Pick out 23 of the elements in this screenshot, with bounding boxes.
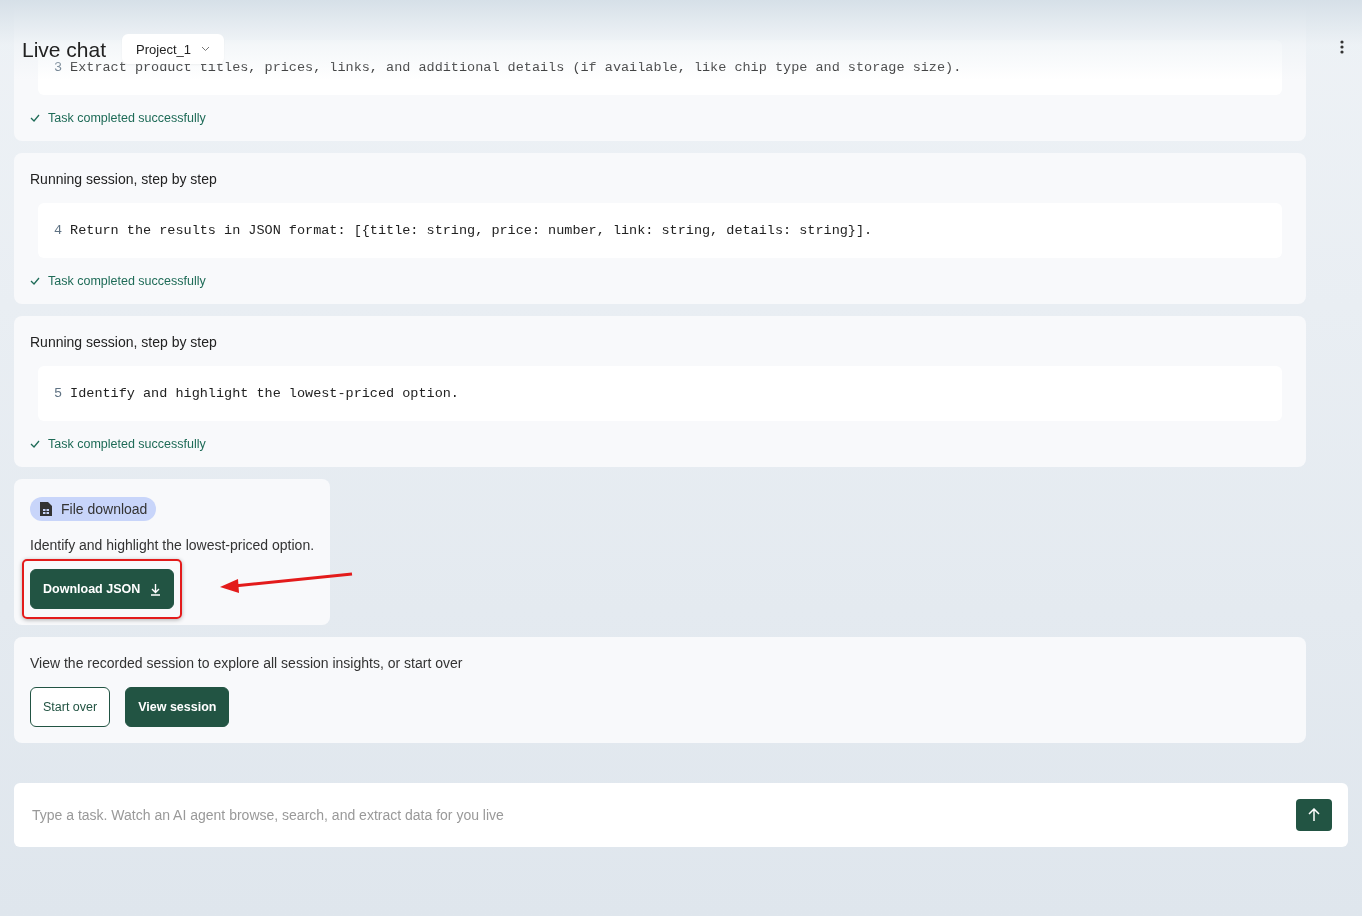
download-json-button[interactable]: Download JSON xyxy=(30,569,175,609)
badge-label: File download xyxy=(61,501,148,517)
card-title: Running session, step by step xyxy=(30,171,218,187)
check-icon xyxy=(30,114,40,122)
download-description: Identify and highlight the lowest-priced option. xyxy=(30,537,315,553)
more-options-icon[interactable] xyxy=(1340,40,1344,54)
card-title: Running session, step by step xyxy=(30,334,218,350)
session-button[interactable]: View session xyxy=(125,687,230,727)
session-button[interactable]: Start over xyxy=(30,687,111,727)
status-text: Task completed successfully xyxy=(48,111,206,125)
arrow-up-icon xyxy=(1308,808,1320,822)
task-input-field[interactable]: Type a task. Watch an AI agent browse, search, and extract data for you live xyxy=(14,783,1348,847)
check-icon xyxy=(30,440,40,448)
status-text: Task completed successfully xyxy=(48,437,206,451)
page-title: Live chat xyxy=(22,38,107,62)
session-text: View the recorded session to explore all session insights, or start over xyxy=(30,655,464,671)
download-icon xyxy=(150,582,162,596)
project-dropdown[interactable]: Project_1 xyxy=(122,34,224,64)
status-text: Task completed successfully xyxy=(48,274,206,288)
chevron-down-icon xyxy=(201,46,210,52)
check-icon xyxy=(30,277,40,285)
send-button[interactable] xyxy=(1296,799,1332,831)
file-icon xyxy=(39,501,53,517)
